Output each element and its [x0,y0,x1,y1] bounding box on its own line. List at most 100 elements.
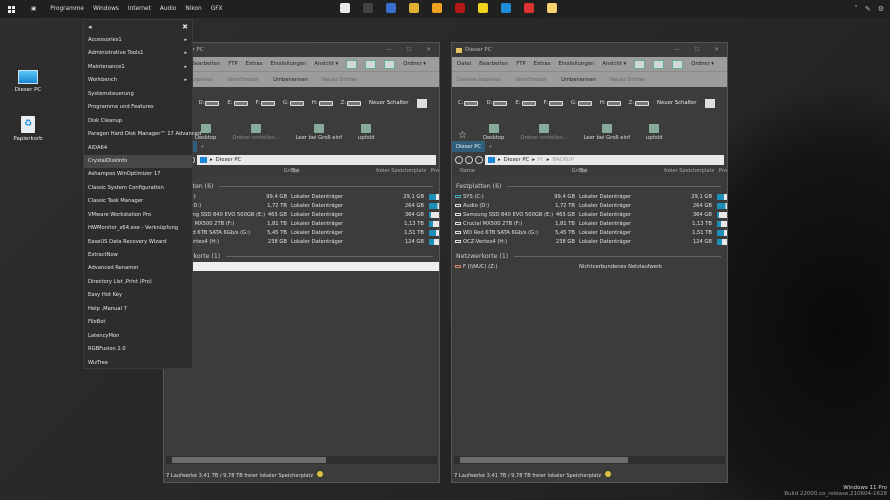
table-row[interactable]: SYS (C:)99,4 GBLokaler Datenträger29,1 G… [452,192,727,201]
table-row[interactable]: Samsung SSD 840 EVO 500GB (E:) 465 GB Loka… [164,210,439,219]
drive-button[interactable]: E: [227,100,248,106]
menu-4[interactable]: Einstellungen [558,61,594,67]
table-row[interactable]: SYS (C:)99,4 GBLokaler Datenträger29,1 G… [164,192,439,201]
menu-item[interactable]: Accessories1 ▸ [84,34,192,47]
table-row[interactable]: WD Red 6TB SATA 6Gb/s (G:) 5,45 TB Lokaler… [452,228,727,237]
menu-item[interactable]: Classic Task Manager [84,195,192,208]
sticky-notes-icon[interactable] [478,3,488,13]
group-header-drives[interactable]: Festplatten (6) [164,180,439,192]
table-row[interactable]: Crucial MX500 2TB (F:) 1,81 TB Lokaler Dat… [164,219,439,228]
menu-1[interactable]: Bearbeiten [191,61,220,67]
group-header-network[interactable]: Netzwerkorte (1) [164,250,439,262]
drive-button[interactable]: C: [458,100,479,106]
steam-icon[interactable] [363,3,373,13]
new-tab-icon[interactable]: + [200,144,205,150]
back-icon[interactable] [455,156,463,164]
view-mode-icon[interactable] [346,59,358,69]
breadcrumb-item[interactable]: BACKUP [552,157,573,163]
view-mode-icon[interactable] [634,59,646,69]
red-app-icon[interactable] [455,3,465,13]
maximize-icon[interactable]: ☐ [406,47,411,53]
column-3[interactable]: freier Speicherplatz [664,168,714,174]
close-icon[interactable]: ✕ [714,47,719,53]
view-mode-icon[interactable] [672,59,684,69]
button-0[interactable]: Desktop [483,124,504,141]
button-3[interactable]: upfold [646,124,662,141]
menu-item[interactable]: Help ,Manual 7 [84,303,192,316]
menu-6[interactable]: Ordner ▾ [691,61,714,67]
new-tab-icon[interactable]: + [488,144,493,150]
table-row[interactable]: F (\\NUC) (Z:)Nichtverbundenes Netzlaufw… [164,262,439,271]
button-1[interactable]: Ordner erstellen... [232,124,280,141]
topbar-menu-5[interactable]: GFX [211,6,223,12]
button-1[interactable]: Ordner erstellen... [520,124,568,141]
settings-gear-icon[interactable]: ⚙ [878,5,884,13]
menu-3[interactable]: Extras [246,61,263,67]
menu-4[interactable]: Einstellungen [270,61,306,67]
drive-button[interactable]: D: [198,100,220,106]
vmware-icon[interactable] [432,3,442,13]
tab-this-pc[interactable]: Dieser PC [452,141,486,152]
menu-3[interactable]: Extras [534,61,551,67]
table-row[interactable]: F (\\NUC) (Z:)Nichtverbundenes Netzlaufw… [452,262,727,271]
topbar-menu-3[interactable]: Audio [160,6,176,12]
address-input[interactable]: ▸ Dieser PC [197,155,436,165]
menu-1[interactable]: Bearbeiten [479,61,508,67]
forward-icon[interactable] [465,156,473,164]
menu-5[interactable]: Ansicht ▾ [314,61,338,67]
tool-button[interactable]: Neuer Ordner [610,77,645,83]
breadcrumb-item[interactable]: Dieser PC [504,157,530,163]
tool-button[interactable]: Dateien kopieren [457,77,501,83]
tool-button[interactable]: Umbenennen [273,77,308,83]
new-button-label[interactable]: Neuer Schalter [657,100,697,106]
menu-item[interactable]: RGBFusion 2.0 [84,343,192,356]
up-icon[interactable] [475,156,483,164]
horizontal-scrollbar[interactable] [166,456,437,464]
drive-button[interactable]: D: [486,100,508,106]
table-row[interactable]: Audio (D:)1,72 TBLokaler Datenträger264 … [164,201,439,210]
menu-item[interactable]: Paragon Hard Disk Manager™ 17 Advanced [84,128,201,141]
drive-button[interactable]: Z: [629,100,650,106]
drive-button[interactable]: G: [571,100,592,106]
menu-6[interactable]: Ordner ▾ [403,61,426,67]
minimize-icon[interactable]: — [386,47,392,53]
topbar-menu-2[interactable]: Internet [128,6,151,12]
flag-app-icon[interactable] [524,3,534,13]
horizontal-scrollbar[interactable] [454,456,725,464]
menu-item[interactable]: WizTree [84,357,192,370]
desktop-icon-this-pc[interactable]: Dieser PC [8,70,48,93]
column-0[interactable]: Name [460,168,475,174]
menu-item[interactable]: FileBot [84,316,192,329]
menu-item[interactable]: Advanced Renamer [84,262,192,275]
edge-icon[interactable] [501,3,511,13]
drive-button[interactable]: F: [256,100,275,106]
topbar-menu-4[interactable]: Nikon [185,6,201,12]
remote-desktop-icon[interactable] [386,3,396,13]
column-2[interactable]: Typ [291,168,300,174]
menu-5[interactable]: Ansicht ▾ [602,61,626,67]
maximize-icon[interactable]: ☐ [694,47,699,53]
column-2[interactable]: Typ [579,168,588,174]
menu-item[interactable]: Systemsteuerung [84,88,192,101]
menu-item[interactable]: VMware Workstation Pro [84,209,192,222]
menu-0[interactable]: Datei [457,61,471,67]
scrollbar-thumb[interactable] [460,457,629,463]
new-button-label[interactable]: Neuer Schalter [369,100,409,106]
table-row[interactable]: OCZ-Vertex4 (H:) 238 GB Lokaler Datenträge… [164,237,439,246]
button-2[interactable]: Leer bei Groß einf [584,124,630,141]
button-2[interactable]: Leer bei Groß einf [296,124,342,141]
star-icon[interactable]: ☆ [458,130,467,141]
menu-item[interactable]: Easy Hot Key [84,289,192,302]
menu-item[interactable]: Workbench ▸ [84,74,192,87]
weather-icon[interactable] [547,3,557,13]
menu-item[interactable]: Programme und Features [84,101,192,114]
menu-item[interactable]: Classic System Configuration [84,182,192,195]
menu-item[interactable]: Directory List ,Print (Pro) [84,276,192,289]
menu-item[interactable]: HWMonitor_x64.exe - Verknüpfung [84,222,192,235]
task-view-icon[interactable]: ▣ [31,6,36,12]
breadcrumb-item[interactable]: H: [538,157,544,163]
tray-chevron-icon[interactable]: ˅ [854,5,858,13]
menu-2[interactable]: FTP [228,61,237,67]
menu-item[interactable]: AIDA64 [84,142,192,155]
menu-item[interactable]: Maintenance1 ▸ [84,61,192,74]
